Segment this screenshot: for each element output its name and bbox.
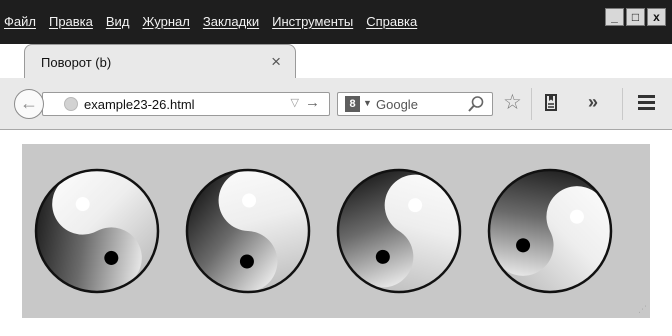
new-tab-button[interactable]: + <box>307 48 320 74</box>
menu-bookmarks[interactable]: Закладки <box>203 14 259 29</box>
search-engine-dropdown-icon[interactable]: ▼ <box>363 98 372 108</box>
menu-bar: Файл Правка Вид Журнал Закладки Инструме… <box>4 14 430 29</box>
menu-tools[interactable]: Инструменты <box>272 14 353 29</box>
magnifier-icon[interactable] <box>467 95 485 113</box>
search-placeholder: Google <box>376 97 418 112</box>
bookmark-star-icon[interactable]: ☆ <box>503 90 522 115</box>
minimize-button[interactable]: _ <box>605 8 624 26</box>
hamburger-menu-icon[interactable] <box>638 95 655 113</box>
go-arrow-icon[interactable]: → <box>305 94 320 111</box>
back-arrow-icon: ← <box>20 93 38 113</box>
overflow-menu-button[interactable]: » <box>588 92 598 113</box>
menu-view[interactable]: Вид <box>106 14 130 29</box>
yin-yang-symbol <box>336 168 462 294</box>
menu-file[interactable]: Файл <box>4 14 36 29</box>
toolbar-separator <box>622 88 623 120</box>
page-canvas: ⋰ <box>22 144 650 318</box>
yin-yang-figures <box>34 168 613 294</box>
menu-help[interactable]: Справка <box>366 14 417 29</box>
title-bar: Файл Правка Вид Журнал Закладки Инструме… <box>0 0 672 44</box>
tab-active[interactable]: Поворот (b) × <box>24 44 296 78</box>
close-icon[interactable]: × <box>271 52 281 72</box>
search-bar[interactable]: 8 ▼ Google <box>337 92 493 116</box>
menu-history[interactable]: Журнал <box>142 14 189 29</box>
maximize-button[interactable]: □ <box>626 8 645 26</box>
yin-yang-symbol <box>487 168 613 294</box>
menu-edit[interactable]: Правка <box>49 14 93 29</box>
close-window-button[interactable]: x <box>647 8 666 26</box>
address-text: example23-26.html <box>84 97 195 112</box>
toolbar-separator <box>531 88 532 120</box>
back-button[interactable]: ← <box>14 89 44 119</box>
yin-yang-symbol <box>34 168 160 294</box>
yin-yang-symbol <box>185 168 311 294</box>
history-dropdown-icon[interactable]: ▽ <box>291 96 299 109</box>
navigation-bar: example23-26.html ▽ → ← 8 ▼ Google <box>0 78 672 130</box>
search-engine-icon[interactable]: 8 <box>345 96 360 112</box>
tab-title: Поворот (b) <box>41 55 112 70</box>
globe-icon <box>64 97 78 111</box>
resize-grip-icon[interactable]: ⋰ <box>638 304 647 315</box>
window-controls: _ □ x <box>605 8 666 26</box>
bookmarks-menu-icon[interactable] <box>543 92 559 112</box>
address-bar[interactable]: example23-26.html ▽ → <box>42 92 330 116</box>
